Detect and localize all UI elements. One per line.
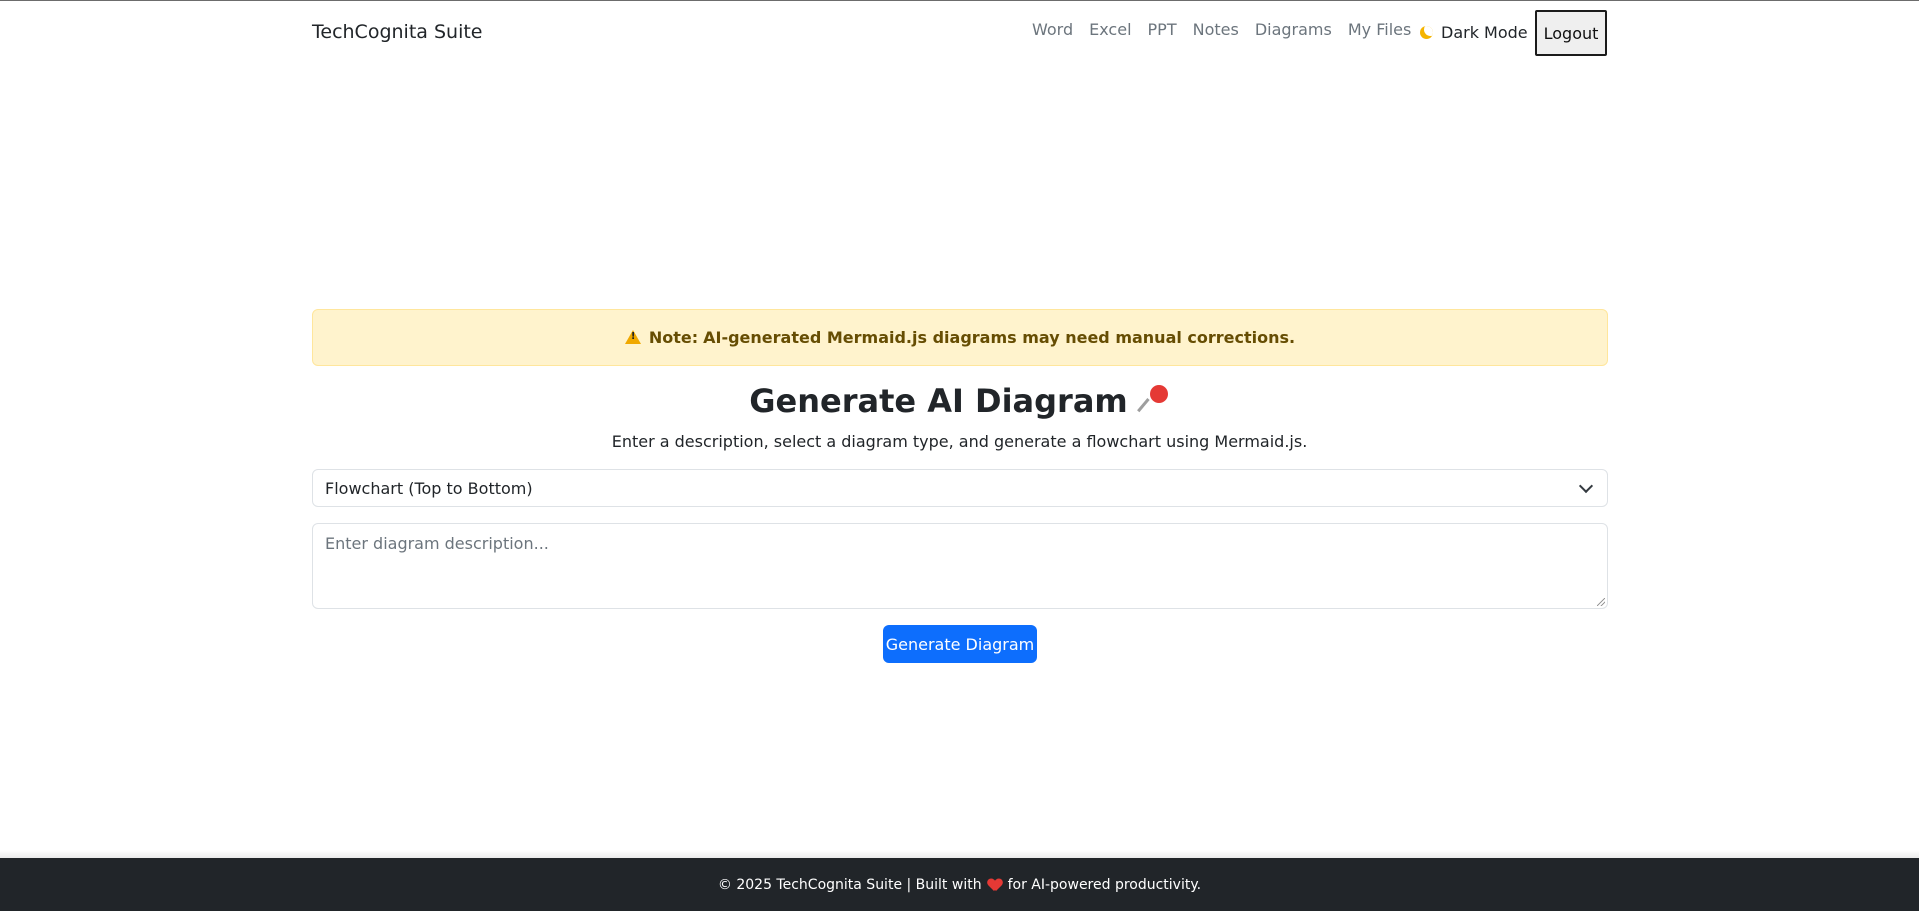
footer: © 2025 TechCognita Suite | Built with fo… (0, 858, 1919, 911)
pushpin-icon (1136, 381, 1172, 415)
nav-link-word[interactable]: Word (1032, 20, 1073, 39)
alert-message: AI-generated Mermaid.js diagrams may nee… (703, 328, 1296, 347)
dark-mode-toggle[interactable]: Dark Mode (1420, 23, 1528, 42)
diagram-description-input[interactable]: Enter diagram description... (312, 523, 1608, 609)
dark-mode-label: Dark Mode (1441, 23, 1528, 42)
warning-alert: Note: AI-generated Mermaid.js diagrams m… (312, 309, 1608, 366)
navbar: TechCognita Suite Word Excel PPT Notes D… (0, 1, 1919, 67)
nav-link-diagrams[interactable]: Diagrams (1255, 20, 1332, 39)
footer-text-after: for AI-powered productivity. (1007, 876, 1202, 893)
nav-link-excel[interactable]: Excel (1089, 20, 1131, 39)
footer-shadow (0, 850, 1919, 858)
moon-icon (1420, 26, 1433, 39)
diagram-type-select[interactable]: Flowchart (Top to Bottom) (312, 469, 1608, 507)
description-placeholder: Enter diagram description... (325, 534, 549, 553)
nav-link-ppt[interactable]: PPT (1148, 20, 1177, 39)
page-title: Generate AI Diagram (749, 382, 1128, 420)
diagram-type-value: Flowchart (Top to Bottom) (325, 478, 533, 498)
nav-link-my-files[interactable]: My Files (1348, 20, 1411, 39)
chevron-down-icon (1578, 478, 1594, 494)
warning-icon (624, 329, 641, 344)
footer-text-before: © 2025 TechCognita Suite | Built with (717, 876, 982, 893)
nav-links: Word Excel PPT Notes Diagrams My Files (1032, 20, 1427, 39)
heart-icon (988, 879, 1002, 891)
alert-note-label: Note: (648, 328, 699, 347)
generate-diagram-button[interactable]: Generate Diagram (883, 625, 1037, 663)
page-subtitle: Enter a description, select a diagram ty… (611, 432, 1308, 451)
brand-link[interactable]: TechCognita Suite (312, 21, 482, 43)
nav-link-notes[interactable]: Notes (1193, 20, 1239, 39)
page-title-row: Generate AI Diagram (0, 381, 1919, 420)
resize-handle-icon[interactable] (1597, 598, 1605, 606)
logout-button[interactable]: Logout (1535, 10, 1607, 56)
